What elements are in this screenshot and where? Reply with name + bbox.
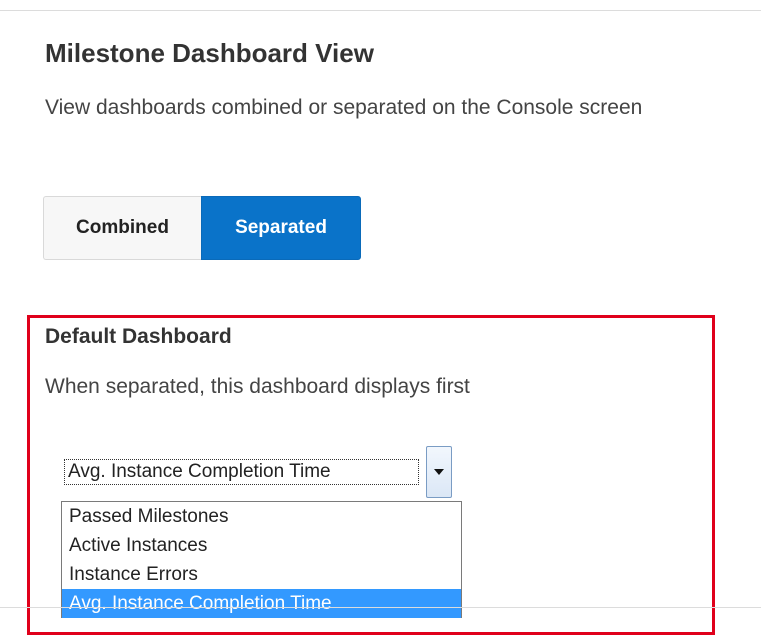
default-dashboard-select[interactable]: Avg. Instance Completion Time [60,446,462,498]
select-current-value[interactable]: Avg. Instance Completion Time [64,459,419,485]
dropdown-list: Passed Milestones Active Instances Insta… [61,501,462,618]
dropdown-button[interactable] [426,446,452,498]
section-title: Milestone Dashboard View [45,38,374,68]
combined-button[interactable]: Combined [43,196,201,260]
default-dashboard-title: Default Dashboard [45,325,232,348]
separated-button[interactable]: Separated [201,196,361,260]
bottom-divider [0,607,761,608]
dropdown-option-avg-completion-time[interactable]: Avg. Instance Completion Time [62,589,461,618]
top-divider [0,10,761,11]
dropdown-option-active-instances[interactable]: Active Instances [62,531,461,560]
default-dashboard-description: When separated, this dashboard displays … [45,375,470,398]
view-toggle: Combined Separated [43,196,361,260]
section-description: View dashboards combined or separated on… [45,96,643,119]
dropdown-option-instance-errors[interactable]: Instance Errors [62,560,461,589]
dropdown-option-passed-milestones[interactable]: Passed Milestones [62,502,461,531]
chevron-down-icon [434,469,444,475]
